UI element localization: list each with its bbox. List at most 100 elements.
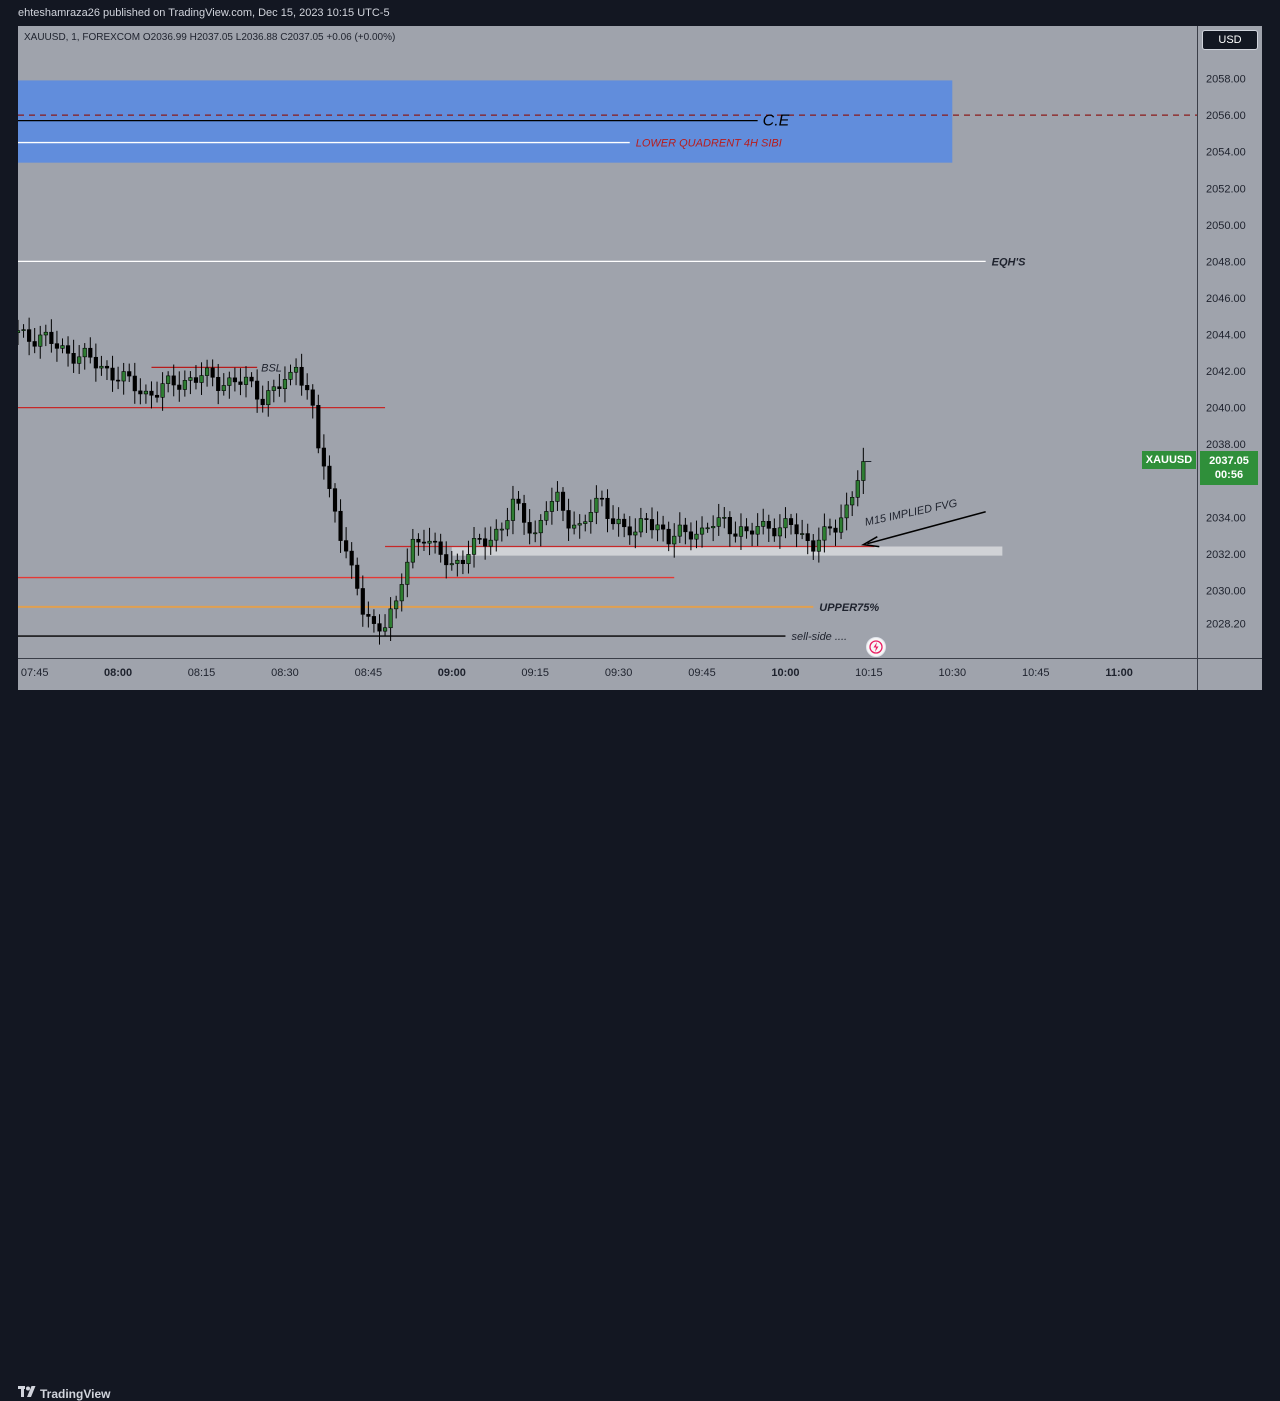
- price-axis-label: 2054.00: [1206, 147, 1246, 159]
- candle: [549, 501, 554, 512]
- candle: [127, 371, 132, 377]
- price-axis-label: 2052.00: [1206, 183, 1246, 195]
- candle: [266, 390, 271, 406]
- candle: [488, 539, 493, 547]
- candle: [527, 522, 532, 534]
- last-price-value: 2037.05: [1209, 455, 1249, 467]
- time-axis-label: 09:15: [521, 667, 549, 679]
- candle: [410, 538, 415, 563]
- price-axis-label: 2042.00: [1206, 366, 1246, 378]
- currency-button[interactable]: USD: [1202, 30, 1258, 50]
- candle: [772, 528, 777, 537]
- candle: [421, 541, 427, 544]
- candle: [271, 386, 276, 391]
- candle: [544, 511, 549, 521]
- candle: [505, 520, 510, 530]
- candle: [494, 528, 499, 541]
- candle: [822, 526, 827, 541]
- candle: [750, 530, 755, 535]
- candle: [777, 527, 782, 537]
- candle: [699, 527, 705, 535]
- time-axis-label: 10:15: [855, 667, 883, 679]
- price-axis-label: 2056.00: [1206, 110, 1246, 122]
- candle: [599, 497, 605, 500]
- tradingview-brand[interactable]: TradingView: [40, 1387, 110, 1401]
- candle: [861, 461, 866, 481]
- candle: [755, 526, 760, 535]
- candle: [282, 379, 288, 389]
- candle: [18, 330, 21, 333]
- sibi-zone-box[interactable]: [18, 80, 953, 163]
- candle: [816, 539, 821, 552]
- candle: [316, 405, 321, 449]
- lightning-icon: [869, 640, 883, 654]
- candle: [377, 623, 382, 632]
- candle: [49, 331, 54, 344]
- candle: [171, 375, 176, 386]
- time-axis-label: 08:15: [188, 667, 216, 679]
- time-axis-label: 07:45: [21, 667, 49, 679]
- candle: [143, 390, 148, 395]
- candle: [572, 524, 577, 529]
- candle: [711, 526, 716, 529]
- candle: [722, 516, 727, 519]
- candle: [477, 538, 482, 540]
- time-axis-label: 08:45: [355, 667, 383, 679]
- candle: [116, 379, 121, 382]
- flash-icon[interactable]: [866, 637, 886, 657]
- candle: [794, 524, 799, 535]
- candle: [610, 518, 616, 525]
- price-axis-label: 2046.00: [1206, 293, 1246, 305]
- price-axis-label: 2028.20: [1206, 618, 1246, 630]
- candle: [811, 540, 816, 552]
- price-chart[interactable]: C.E LOWER QUADRENT 4H SIBI EQH'S BSL UPPER75…: [18, 26, 1262, 690]
- price-axis-divider: [1197, 26, 1198, 690]
- candle: [616, 518, 621, 525]
- m15-implied-fvg-box[interactable]: [451, 546, 1003, 556]
- candle: [438, 541, 443, 555]
- candle: [533, 532, 538, 535]
- time-axis-label: 10:00: [771, 667, 799, 679]
- price-axis-label: 2032.00: [1206, 549, 1246, 561]
- price-axis-label: 2058.00: [1206, 74, 1246, 86]
- candle: [416, 538, 421, 543]
- candle: [538, 519, 543, 534]
- published-info: ehteshamraza26 published on TradingView.…: [18, 7, 390, 19]
- candle: [193, 377, 199, 383]
- candle: [555, 491, 560, 502]
- symbol-ohlc-legend[interactable]: XAUUSD, 1, FOREXCOM O2036.99 H2037.05 L2…: [24, 32, 395, 43]
- sell-side-label: sell-side ....: [791, 631, 847, 643]
- candle: [349, 550, 354, 566]
- candle: [744, 526, 749, 532]
- candle: [138, 390, 143, 395]
- candle: [605, 497, 610, 519]
- candle: [177, 384, 182, 390]
- candle: [21, 329, 26, 331]
- chart-area[interactable]: C.E LOWER QUADRENT 4H SIBI EQH'S BSL UPPER75…: [18, 26, 1262, 690]
- candle: [516, 498, 521, 504]
- price-axis-label: 2050.00: [1206, 220, 1246, 232]
- candle: [93, 356, 98, 369]
- candle: [655, 524, 660, 531]
- candle: [633, 531, 638, 536]
- candle: [149, 390, 154, 396]
- time-axis-label: 10:45: [1022, 667, 1050, 679]
- time-axis-label: 09:45: [688, 667, 716, 679]
- lower-quadrant-label: LOWER QUADRENT 4H SIBI: [636, 138, 782, 150]
- candle: [427, 540, 432, 544]
- candle: [483, 538, 488, 547]
- candle: [43, 331, 48, 336]
- m15-implied-fvg-label: M15 IMPLIED FVG: [864, 497, 959, 528]
- time-axis-label: 10:30: [939, 667, 967, 679]
- candle: [683, 524, 688, 533]
- candle: [321, 447, 326, 467]
- candle: [449, 563, 454, 566]
- candle: [305, 385, 310, 391]
- candle: [338, 510, 343, 541]
- candle: [399, 584, 404, 602]
- eqhs-label: EQH'S: [992, 256, 1026, 268]
- candle: [344, 540, 349, 552]
- candle: [827, 526, 833, 529]
- candle: [761, 521, 766, 527]
- candle: [833, 527, 838, 533]
